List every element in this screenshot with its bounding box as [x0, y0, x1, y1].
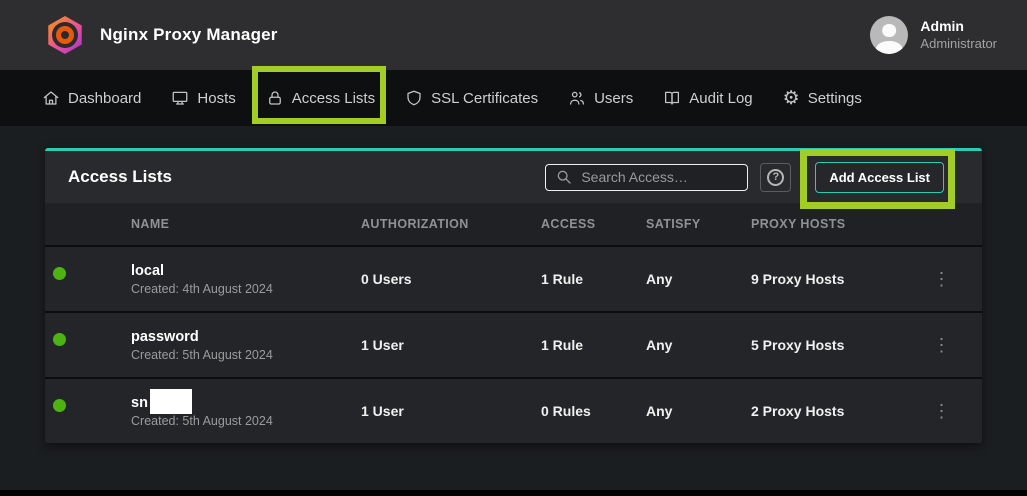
column-header-authorization: AUTHORIZATION: [361, 217, 541, 231]
authorization-value: 0 Users: [361, 271, 541, 287]
person-icon: [870, 16, 908, 54]
gear-icon: ⚙: [783, 89, 800, 108]
access-value: 1 Rule: [541, 271, 646, 287]
authorization-value: 1 User: [361, 337, 541, 353]
user-role: Administrator: [920, 36, 997, 52]
add-access-list-button[interactable]: Add Access List: [815, 162, 944, 193]
search-box[interactable]: [545, 164, 748, 191]
created-date: Created: 5th August 2024: [131, 414, 361, 428]
help-icon: ?: [767, 169, 784, 186]
nav-item-audit-log[interactable]: Audit Log: [663, 89, 752, 107]
column-header-proxy-hosts: PROXY HOSTS: [751, 217, 922, 231]
page-title: Access Lists: [68, 167, 545, 187]
access-list-name: sn: [131, 395, 361, 411]
nav-label-audit-log: Audit Log: [689, 90, 752, 107]
lock-icon: [266, 89, 284, 107]
row-actions-kebab-icon[interactable]: ⋮: [922, 402, 962, 420]
nav-label-settings: Settings: [808, 90, 862, 107]
nav-label-users: Users: [594, 90, 633, 107]
user-name: Admin: [920, 18, 997, 36]
access-list-name: password: [131, 329, 361, 345]
nav-label-hosts: Hosts: [197, 90, 235, 107]
column-header-access: ACCESS: [541, 217, 646, 231]
column-header-satisfy: SATISFY: [646, 217, 751, 231]
status-online-dot: [53, 399, 66, 412]
help-button[interactable]: ?: [760, 163, 791, 192]
access-list-name-text: sn: [131, 395, 148, 411]
nav-label-dashboard: Dashboard: [68, 90, 141, 107]
table-row: local Created: 4th August 2024 0 Users 1…: [45, 245, 982, 311]
nav-item-users[interactable]: Users: [568, 89, 633, 107]
column-header-name: NAME: [131, 217, 361, 231]
satisfy-value: Any: [646, 271, 751, 287]
authorization-value: 1 User: [361, 403, 541, 419]
top-bar: Nginx Proxy Manager Admin Administrator: [0, 0, 1027, 70]
proxy-hosts-value: 5 Proxy Hosts: [751, 337, 922, 353]
satisfy-value: Any: [646, 403, 751, 419]
search-input[interactable]: [581, 169, 737, 185]
user-avatar: [870, 16, 908, 54]
app-title: Nginx Proxy Manager: [100, 25, 278, 45]
page-content: Access Lists ? Add Access List NAME AUTH…: [0, 126, 1027, 443]
users-icon: [568, 89, 586, 107]
monitor-icon: [171, 89, 189, 107]
nginx-proxy-manager-logo: [46, 16, 84, 54]
created-date: Created: 5th August 2024: [131, 348, 361, 362]
table-header: NAME AUTHORIZATION ACCESS SATISFY PROXY …: [45, 203, 982, 245]
search-icon: [556, 169, 572, 185]
bottom-bar: [0, 490, 1027, 496]
nav-item-settings[interactable]: ⚙ Settings: [783, 89, 862, 108]
access-value: 0 Rules: [541, 403, 646, 419]
user-menu[interactable]: Admin Administrator: [870, 16, 997, 54]
created-date: Created: 4th August 2024: [131, 282, 361, 296]
nav-label-access-lists: Access Lists: [292, 90, 375, 107]
table-row: sn Created: 5th August 2024 1 User 0 Rul…: [45, 377, 982, 443]
status-online-dot: [53, 333, 66, 346]
card-header: Access Lists ? Add Access List: [45, 151, 982, 203]
proxy-hosts-value: 2 Proxy Hosts: [751, 403, 922, 419]
redaction-box: [150, 389, 192, 414]
shield-icon: [405, 89, 423, 107]
table-row: password Created: 5th August 2024 1 User…: [45, 311, 982, 377]
access-lists-card: Access Lists ? Add Access List NAME AUTH…: [45, 148, 982, 443]
main-nav: Dashboard Hosts Access Lists SSL Certifi…: [0, 70, 1027, 126]
nav-item-hosts[interactable]: Hosts: [171, 89, 235, 107]
home-icon: [42, 89, 60, 107]
access-value: 1 Rule: [541, 337, 646, 353]
row-actions-kebab-icon[interactable]: ⋮: [922, 336, 962, 354]
add-access-list-wrap: Add Access List: [815, 162, 944, 193]
proxy-hosts-value: 9 Proxy Hosts: [751, 271, 922, 287]
book-icon: [663, 89, 681, 107]
access-list-name: local: [131, 263, 361, 279]
nav-item-access-lists[interactable]: Access Lists: [266, 89, 375, 107]
nav-item-dashboard[interactable]: Dashboard: [42, 89, 141, 107]
nav-item-ssl-certificates[interactable]: SSL Certificates: [405, 89, 538, 107]
row-actions-kebab-icon[interactable]: ⋮: [922, 270, 962, 288]
status-online-dot: [53, 267, 66, 280]
satisfy-value: Any: [646, 337, 751, 353]
nav-label-ssl-certificates: SSL Certificates: [431, 90, 538, 107]
